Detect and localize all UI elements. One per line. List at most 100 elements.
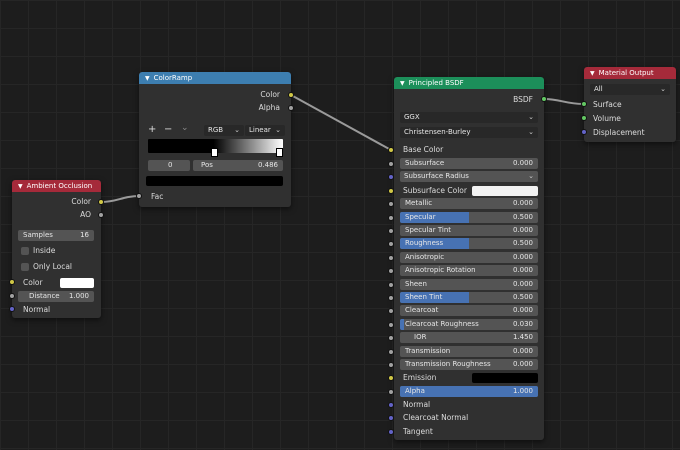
pos-label: Pos (201, 161, 213, 169)
ambient-occlusion-node[interactable]: ▼ Ambient Occlusion Color AO Samples 16 I… (12, 180, 101, 318)
node-title: Material Output (598, 69, 654, 77)
bsdf-input-tangent-socket[interactable] (388, 429, 394, 435)
node-title: Principled BSDF (408, 79, 464, 87)
bsdf-input-subsurface-color-socket[interactable] (388, 188, 394, 194)
ramp-stop-selected[interactable] (211, 148, 218, 157)
inside-checkbox[interactable] (21, 247, 29, 255)
output-surface-socket[interactable] (581, 101, 587, 107)
collapse-arrow-icon[interactable]: ▼ (145, 75, 150, 82)
stop-color-swatch[interactable] (146, 176, 283, 186)
material-output-header[interactable]: ▼ Material Output (584, 67, 676, 79)
interpolation-dropdown[interactable]: Linear ⌄ (245, 125, 285, 136)
stop-index-value: 0 (168, 161, 173, 169)
subsurface-radius-field[interactable]: Subsurface Radius ⌄ (400, 171, 538, 182)
ao-output-color-socket[interactable] (98, 199, 104, 205)
subsurface-method-dropdown[interactable]: Christensen-Burley ⌄ (400, 127, 538, 138)
only-local-checkbox[interactable] (21, 263, 29, 271)
bsdf-input-clearcoat-socket[interactable] (388, 308, 394, 314)
sheen-label: Sheen (405, 280, 427, 288)
bsdf-input-anisotropic-socket[interactable] (388, 255, 394, 261)
metallic-field[interactable]: Metallic 0.000 (400, 198, 538, 209)
bsdf-input-anisotropic-rotation-socket[interactable] (388, 268, 394, 274)
bsdf-input-roughness-socket[interactable] (388, 241, 394, 247)
ramp-menu-icon[interactable]: ⌄ (181, 122, 189, 135)
specular-tint-field[interactable]: Specular Tint 0.000 (400, 225, 538, 236)
color-ramp-header[interactable]: ▼ ColorRamp (139, 72, 291, 84)
bsdf-input-ior-socket[interactable] (388, 335, 394, 341)
bsdf-input-sheen-tint-socket[interactable] (388, 295, 394, 301)
roughness-field[interactable]: Roughness 0.500 (400, 238, 538, 249)
ao-input-normal-socket[interactable] (9, 306, 15, 312)
principled-bsdf-node[interactable]: ▼ Principled BSDF BSDF GGX ⌄ Christensen-B… (394, 77, 544, 440)
samples-field[interactable]: Samples 16 (18, 230, 94, 241)
output-volume-socket[interactable] (581, 115, 587, 121)
bsdf-input-specular-tint-socket[interactable] (388, 228, 394, 234)
output-ao-label: AO (80, 210, 91, 219)
colorramp-input-fac-socket[interactable] (136, 193, 142, 199)
subsurface-color-swatch[interactable] (472, 186, 538, 196)
bsdf-input-transmission-socket[interactable] (388, 349, 394, 355)
ao-input-color-socket[interactable] (9, 279, 15, 285)
clearcoat-label: Clearcoat (405, 306, 439, 314)
bsdf-input-clearcoat-normal-socket[interactable] (388, 415, 394, 421)
bsdf-input-emission-socket[interactable] (388, 375, 394, 381)
displacement-label: Displacement (593, 128, 645, 137)
distance-field[interactable]: Distance 1.000 (18, 291, 94, 302)
color-mode-dropdown[interactable]: RGB ⌄ (204, 125, 244, 136)
bsdf-input-normal-socket[interactable] (388, 402, 394, 408)
ramp-stop-white[interactable] (276, 148, 283, 157)
input-color-label: Color (23, 278, 43, 287)
bsdf-input-sheen-socket[interactable] (388, 282, 394, 288)
collapse-arrow-icon[interactable]: ▼ (18, 183, 23, 190)
colorramp-output-alpha-socket[interactable] (288, 105, 294, 111)
bsdf-input-clearcoat-roughness-socket[interactable] (388, 322, 394, 328)
transmission-value: 0.000 (512, 347, 533, 355)
ior-field[interactable]: IOR 1.450 (400, 332, 538, 343)
bsdf-input-specular-socket[interactable] (388, 215, 394, 221)
emission-swatch[interactable] (472, 373, 538, 383)
ao-output-ao-socket[interactable] (98, 212, 104, 218)
ao-input-distance-socket[interactable] (9, 293, 15, 299)
add-stop-button[interactable]: + (148, 123, 156, 136)
clearcoat-roughness-field[interactable]: Clearcoat Roughness 0.030 (400, 319, 538, 330)
clearcoat-field[interactable]: Clearcoat 0.000 (400, 305, 538, 316)
input-fac-label: Fac (151, 192, 164, 201)
transmission-roughness-field[interactable]: Transmission Roughness 0.000 (400, 359, 538, 370)
stop-index-field[interactable]: 0 (148, 160, 190, 171)
subsurface-field[interactable]: Subsurface 0.000 (400, 158, 538, 169)
transmission-field[interactable]: Transmission 0.000 (400, 346, 538, 357)
specular-field[interactable]: Specular 0.500 (400, 212, 538, 223)
anisotropic-rotation-field[interactable]: Anisotropic Rotation 0.000 (400, 265, 538, 276)
collapse-arrow-icon[interactable]: ▼ (400, 80, 405, 87)
ambient-occlusion-header[interactable]: ▼ Ambient Occlusion (12, 180, 101, 192)
sheen-tint-field[interactable]: Sheen Tint 0.500 (400, 292, 538, 303)
remove-stop-button[interactable]: − (164, 123, 172, 136)
distribution-value: GGX (404, 113, 420, 121)
distribution-dropdown[interactable]: GGX ⌄ (400, 112, 538, 123)
interpolation-value: Linear (249, 126, 271, 134)
material-output-node[interactable]: ▼ Material Output All ⌄ Surface Volume Dis… (584, 67, 676, 142)
sheen-field[interactable]: Sheen 0.000 (400, 279, 538, 290)
bsdf-input-subsurface-socket[interactable] (388, 161, 394, 167)
specular-label: Specular (405, 213, 436, 221)
bsdf-input-alpha-socket[interactable] (388, 389, 394, 395)
target-dropdown[interactable]: All ⌄ (590, 84, 670, 95)
bsdf-output-socket[interactable] (541, 96, 547, 102)
color-ramp-node[interactable]: ▼ ColorRamp Color Alpha + − ⌄ RGB ⌄ Linear… (139, 72, 291, 207)
color-swatch[interactable] (60, 278, 94, 288)
collapse-arrow-icon[interactable]: ▼ (590, 70, 595, 77)
bsdf-input-transmission-roughness-socket[interactable] (388, 362, 394, 368)
link-colorramp-to-basecolor (290, 94, 392, 151)
distance-value: 1.000 (68, 292, 89, 300)
bsdf-input-metallic-socket[interactable] (388, 201, 394, 207)
bsdf-input-base-color-socket[interactable] (388, 147, 394, 153)
sheen-value: 0.000 (512, 280, 533, 288)
subsurface-method-value: Christensen-Burley (404, 128, 471, 136)
principled-bsdf-header[interactable]: ▼ Principled BSDF (394, 77, 544, 89)
alpha-field[interactable]: Alpha 1.000 (400, 386, 538, 397)
anisotropic-field[interactable]: Anisotropic 0.000 (400, 252, 538, 263)
bsdf-input-subsurface-radius-socket[interactable] (388, 174, 394, 180)
output-displacement-socket[interactable] (581, 129, 587, 135)
colorramp-output-color-socket[interactable] (288, 92, 294, 98)
pos-field[interactable]: Pos 0.486 (193, 160, 283, 171)
